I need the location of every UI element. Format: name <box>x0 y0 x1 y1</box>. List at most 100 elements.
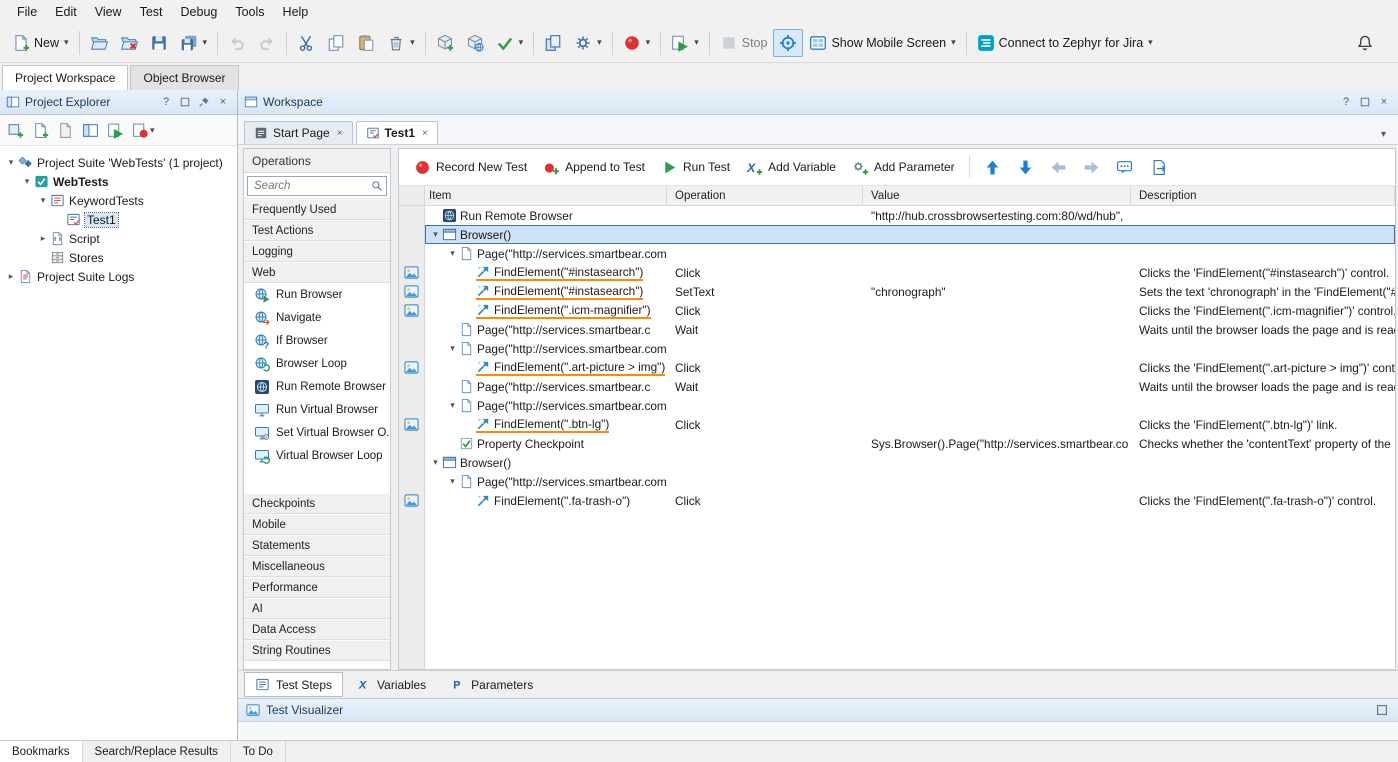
test-step-row[interactable]: FindElement("#instasearch")ClickClicks t… <box>399 263 1395 282</box>
operation-if-browser[interactable]: ?If Browser <box>244 329 390 352</box>
operations-group-statements[interactable]: Statements <box>244 535 390 556</box>
test-step-row[interactable]: ▾Browser() <box>399 453 1395 472</box>
test-step-row[interactable]: ▾Page("http://services.smartbear.com/sam… <box>399 472 1395 491</box>
tree-item-script[interactable]: ▸Script <box>0 229 237 248</box>
operation-set-virtual-browser-o[interactable]: Set Virtual Browser O... <box>244 421 390 444</box>
save-all-button[interactable]: ▾ <box>174 29 214 57</box>
test-step-row[interactable]: ▾Page("http://services.smartbear.com/sam… <box>399 244 1395 263</box>
operation-run-browser[interactable]: Run Browser <box>244 283 390 306</box>
test-step-row[interactable]: Page("http://services.smartbear.cWaitWai… <box>399 320 1395 339</box>
add-parameter-button[interactable]: Add Parameter <box>845 154 962 181</box>
pin-button[interactable] <box>196 94 212 110</box>
help-button[interactable]: ? <box>1338 94 1354 110</box>
tab-list-dropdown-icon[interactable]: ▾ <box>1375 125 1392 144</box>
check-syntax-button[interactable]: ▾ <box>490 29 530 57</box>
menu-edit[interactable]: Edit <box>46 1 86 23</box>
visualizer-cell[interactable] <box>399 282 425 301</box>
column-header-item[interactable]: Item <box>425 186 667 205</box>
new-button[interactable]: New▾ <box>6 29 75 57</box>
tree-chevron[interactable]: ▸ <box>36 233 50 244</box>
help-button[interactable]: ? <box>158 94 174 110</box>
test-step-row[interactable]: FindElement(".fa-trash-o")ClickClicks th… <box>399 491 1395 510</box>
step-expand-chevron[interactable]: ▾ <box>429 229 442 240</box>
add-comment-button[interactable] <box>1109 154 1140 181</box>
test-step-row[interactable]: FindElement(".btn-lg")ClickClicks the 'F… <box>399 415 1395 434</box>
delete-button[interactable]: ▾ <box>381 29 421 57</box>
redo-button[interactable] <box>252 29 282 57</box>
operations-group-string-routines[interactable]: String Routines <box>244 640 390 661</box>
move-left-button[interactable] <box>1043 154 1074 181</box>
add-item-button[interactable] <box>4 119 27 142</box>
step-expand-chevron[interactable]: ▾ <box>429 457 442 468</box>
operation-navigate[interactable]: Navigate <box>244 306 390 329</box>
tab-variables[interactable]: XVariables <box>345 672 437 697</box>
show-mobile-screen-button[interactable]: Show Mobile Screen▾ <box>803 29 961 57</box>
status-tab-to-do[interactable]: To Do <box>231 741 286 762</box>
open-file-button[interactable] <box>84 29 114 57</box>
object-browser-button[interactable] <box>79 119 102 142</box>
step-expand-chevron[interactable]: ▾ <box>446 400 459 411</box>
editor-tab-start-page[interactable]: Start Page× <box>244 121 353 144</box>
paste-button[interactable] <box>351 29 381 57</box>
options-button[interactable]: ▾ <box>568 29 608 57</box>
close-button[interactable]: × <box>1376 94 1392 110</box>
visualizer-cell[interactable] <box>399 263 425 282</box>
operations-group-performance[interactable]: Performance <box>244 577 390 598</box>
record-new-test-button[interactable]: Record New Test <box>407 154 534 181</box>
test-step-row[interactable]: FindElement(".icm-magnifier")ClickClicks… <box>399 301 1395 320</box>
operations-group-data-access[interactable]: Data Access <box>244 619 390 640</box>
append-to-test-button[interactable]: Append to Test <box>536 154 652 181</box>
export-test-button[interactable] <box>1144 154 1175 181</box>
step-expand-chevron[interactable]: ▾ <box>446 248 459 259</box>
add-variable-button[interactable]: XAdd Variable <box>739 154 843 181</box>
menu-tools[interactable]: Tools <box>226 1 273 23</box>
tree-chevron[interactable]: ▾ <box>36 195 50 206</box>
test-step-row[interactable]: FindElement("#instasearch")SetText"chron… <box>399 282 1395 301</box>
tree-item-test1[interactable]: Test1 <box>0 210 237 229</box>
test-step-row[interactable]: Property CheckpointSys.Browser().Page("h… <box>399 434 1395 453</box>
status-tab-bookmarks[interactable]: Bookmarks <box>0 741 83 762</box>
tree-item-stores[interactable]: Stores <box>0 248 237 267</box>
tab-test-steps[interactable]: Test Steps <box>244 672 343 697</box>
operations-group-checkpoints[interactable]: Checkpoints <box>244 493 390 514</box>
compare-files-button[interactable] <box>538 29 568 57</box>
operations-group-miscellaneous[interactable]: Miscellaneous <box>244 556 390 577</box>
new-item-button[interactable] <box>29 119 52 142</box>
menu-test[interactable]: Test <box>131 1 172 23</box>
operations-group-web[interactable]: Web <box>244 262 390 283</box>
operations-group-test-actions[interactable]: Test Actions <box>244 220 390 241</box>
record-test-button[interactable]: ▾ <box>617 29 657 57</box>
visualizer-cell[interactable] <box>399 358 425 377</box>
visualizer-cell[interactable] <box>399 301 425 320</box>
operation-virtual-browser-loop[interactable]: Virtual Browser Loop <box>244 444 390 467</box>
add-project-item-button[interactable] <box>430 29 460 57</box>
run-with-recording-button[interactable]: ▾ <box>129 119 158 142</box>
test-step-row[interactable]: ▾Page("http://services.smartbear.com/sam… <box>399 396 1395 415</box>
tab-object-browser[interactable]: Object Browser <box>130 65 238 90</box>
test-step-row[interactable]: FindElement(".art-picture > img")ClickCl… <box>399 358 1395 377</box>
undo-button[interactable] <box>222 29 252 57</box>
move-down-button[interactable] <box>1010 154 1041 181</box>
test-step-row[interactable]: ▾Page("http://services.smartbear.com/sam… <box>399 339 1395 358</box>
tree-chevron[interactable]: ▾ <box>4 157 18 168</box>
column-header-operation[interactable]: Operation <box>667 186 863 205</box>
add-web-item-button[interactable] <box>460 29 490 57</box>
editor-tab-test1[interactable]: Test1× <box>356 121 438 144</box>
open-item-button[interactable] <box>54 119 77 142</box>
move-up-button[interactable] <box>977 154 1008 181</box>
menu-help[interactable]: Help <box>274 1 318 23</box>
run-test-button[interactable]: Run Test <box>654 154 737 181</box>
column-header-description[interactable]: Description <box>1131 186 1395 205</box>
test-step-row[interactable]: ▾Browser() <box>399 225 1395 244</box>
run-button[interactable]: ▾ <box>665 29 705 57</box>
search-input[interactable] <box>247 176 387 196</box>
close-button[interactable]: × <box>215 94 231 110</box>
tree-chevron[interactable]: ▾ <box>20 176 34 187</box>
floatbox-button[interactable] <box>1374 702 1390 718</box>
test-step-row[interactable]: Page("http://services.smartbear.cWaitWai… <box>399 377 1395 396</box>
status-tab-search-replace-results[interactable]: Search/Replace Results <box>83 741 231 762</box>
step-expand-chevron[interactable]: ▾ <box>446 343 459 354</box>
operation-run-remote-browser[interactable]: Run Remote Browser <box>244 375 390 398</box>
close-file-button[interactable] <box>114 29 144 57</box>
operations-group-frequently-used[interactable]: Frequently Used <box>244 199 390 220</box>
